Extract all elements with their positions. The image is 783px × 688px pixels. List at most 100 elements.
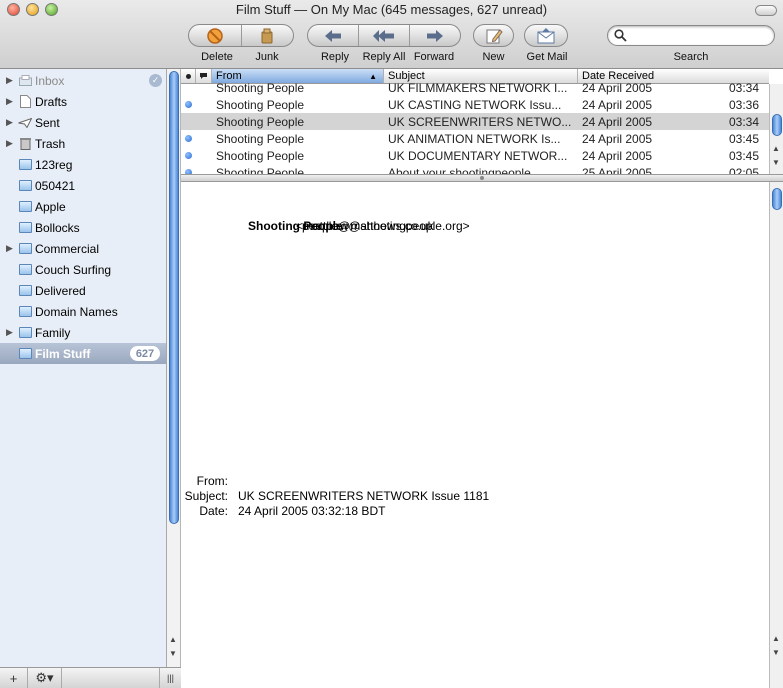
mailbox-label: Drafts xyxy=(35,94,68,109)
mailbox-domain-names[interactable]: Domain Names xyxy=(0,301,166,322)
from-key: From: xyxy=(196,474,228,488)
message-from: Shooting People xyxy=(216,165,305,175)
inbox-tray-icon xyxy=(18,74,32,87)
get-mail-button[interactable] xyxy=(525,25,567,46)
folder-icon xyxy=(18,285,32,296)
message-subject: UK FILMMAKERS NETWORK I... xyxy=(388,80,568,95)
scroll-up-arrow-icon[interactable]: ▲ xyxy=(772,634,780,643)
message-from: Shooting People xyxy=(216,114,305,129)
mailbox-film-stuff[interactable]: Film Stuff 627 xyxy=(0,343,166,364)
disclosure-triangle-icon[interactable]: ▶ xyxy=(6,96,18,107)
disclosure-triangle-icon[interactable]: ▶ xyxy=(6,117,18,128)
preview-scroll-thumb[interactable] xyxy=(772,188,782,210)
mailbox-inbox[interactable]: ▶ Inbox ✓ xyxy=(0,70,166,91)
message-row[interactable]: Shooting People UK CASTING NETWORK Issu.… xyxy=(181,96,769,113)
mailbox-label: 050421 xyxy=(35,178,76,193)
mailbox-trash[interactable]: ▶ Trash xyxy=(0,133,166,154)
message-date: 24 April 2005 xyxy=(582,80,653,95)
folder-icon xyxy=(18,348,32,359)
message-time: 03:45 xyxy=(728,131,759,146)
mailbox-label: Inbox xyxy=(35,73,65,88)
scroll-down-arrow-icon[interactable]: ▼ xyxy=(169,649,177,658)
mailbox-label: Trash xyxy=(35,136,66,151)
reply-button[interactable] xyxy=(308,25,359,46)
junk-button[interactable] xyxy=(242,25,294,46)
message-row-selected[interactable]: Shooting People UK SCREENWRITERS NETWO..… xyxy=(181,113,769,130)
get-mail-envelope-icon xyxy=(537,27,555,43)
reply-all-arrow-icon xyxy=(373,29,394,42)
message-date: 24 April 2005 xyxy=(582,97,653,112)
reply-group xyxy=(307,24,461,47)
message-row[interactable]: Shooting People About your shootingpeopl… xyxy=(181,164,769,174)
new-message-button[interactable] xyxy=(474,25,513,46)
disclosure-triangle-icon[interactable]: ▶ xyxy=(6,327,18,338)
mailbox-050421[interactable]: 050421 xyxy=(0,175,166,196)
disclosure-triangle-icon[interactable]: ▶ xyxy=(6,75,18,86)
mailbox-label: Apple xyxy=(35,199,66,214)
pane-splitter[interactable] xyxy=(181,174,783,182)
message-subject: UK CASTING NETWORK Issu... xyxy=(388,97,562,112)
resize-grip-icon[interactable]: ||| xyxy=(159,668,181,688)
scroll-down-arrow-icon[interactable]: ▼ xyxy=(772,158,780,167)
message-row[interactable]: Shooting People UK DOCUMENTARY NETWOR...… xyxy=(181,147,769,164)
sidebar-scroll-thumb[interactable] xyxy=(169,71,179,524)
message-row[interactable]: Shooting People UK ANIMATION NETWORK Is.… xyxy=(181,130,769,147)
mailbox-label: Bollocks xyxy=(35,220,80,235)
delete-button[interactable] xyxy=(189,25,242,46)
scroll-up-arrow-icon[interactable]: ▲ xyxy=(772,144,780,153)
action-menu-button[interactable]: ⚙▾ xyxy=(28,668,62,688)
junk-bag-icon xyxy=(261,28,273,43)
disclosure-triangle-icon[interactable]: ▶ xyxy=(6,243,18,254)
scroll-up-arrow-icon[interactable]: ▲ xyxy=(169,635,177,644)
message-from: Shooting People xyxy=(216,97,305,112)
mailbox-label: Sent xyxy=(35,115,60,130)
mailbox-sent[interactable]: ▶ Sent xyxy=(0,112,166,133)
folder-icon xyxy=(18,180,32,191)
window-toolbar: Film Stuff — On My Mac (645 messages, 62… xyxy=(0,0,783,69)
search-input[interactable] xyxy=(630,28,770,43)
message-from: Shooting People xyxy=(216,148,305,163)
compose-pencil-icon xyxy=(486,28,503,43)
mailbox-delivered[interactable]: Delivered xyxy=(0,280,166,301)
header-subject: Subject: UK SCREENWRITERS NETWORK Issue … xyxy=(181,489,490,503)
sidebar-scrollbar[interactable]: ▲ ▼ xyxy=(167,69,181,667)
add-mailbox-button[interactable]: + xyxy=(0,668,28,688)
new-message-group xyxy=(473,24,514,47)
message-preview: Shooting People <matthew@shootingpeople.… xyxy=(181,182,769,688)
message-subject: About your shootingpeople xyxy=(388,165,531,175)
folder-icon xyxy=(18,243,32,254)
message-row[interactable]: Shooting People UK FILMMAKERS NETWORK I.… xyxy=(181,79,769,96)
search-icon xyxy=(614,29,627,42)
mailbox-label: Domain Names xyxy=(35,304,118,319)
mailbox-drafts[interactable]: ▶ Drafts xyxy=(0,91,166,112)
toolbar-toggle-button[interactable] xyxy=(755,5,777,16)
scroll-down-arrow-icon[interactable]: ▼ xyxy=(772,648,780,657)
preview-scrollbar[interactable]: ▲ ▼ xyxy=(769,182,783,688)
header-from: From: xyxy=(181,474,238,488)
mailbox-label: 123reg xyxy=(35,157,73,172)
forward-button[interactable] xyxy=(410,25,460,46)
mailbox-label: Couch Surfing xyxy=(35,262,112,277)
new-label: New xyxy=(482,51,505,63)
message-date: 24 April 2005 xyxy=(582,114,653,129)
forward-arrow-icon xyxy=(427,29,443,42)
mailbox-apple[interactable]: Apple xyxy=(0,196,166,217)
get-mail-label: Get Mail xyxy=(526,51,568,63)
search-field[interactable] xyxy=(607,25,775,46)
folder-icon xyxy=(18,222,32,233)
reply-all-button[interactable] xyxy=(359,25,410,46)
message-date: 24 April 2005 xyxy=(582,148,653,163)
message-from: Shooting People xyxy=(216,80,305,95)
message-list-scroll-thumb[interactable] xyxy=(772,114,782,136)
recipient-address: people@matthews.co.uk xyxy=(302,219,434,233)
folder-icon xyxy=(18,159,32,170)
mailbox-family[interactable]: ▶ Family xyxy=(0,322,166,343)
disclosure-triangle-icon[interactable]: ▶ xyxy=(6,138,18,149)
reply-arrow-icon xyxy=(325,29,341,42)
drafts-page-icon xyxy=(18,95,32,108)
message-list-scrollbar[interactable]: ▲ ▼ xyxy=(769,84,783,174)
mailbox-commercial[interactable]: ▶ Commercial xyxy=(0,238,166,259)
mailbox-bollocks[interactable]: Bollocks xyxy=(0,217,166,238)
mailbox-couch-surfing[interactable]: Couch Surfing xyxy=(0,259,166,280)
mailbox-123reg[interactable]: 123reg xyxy=(0,154,166,175)
